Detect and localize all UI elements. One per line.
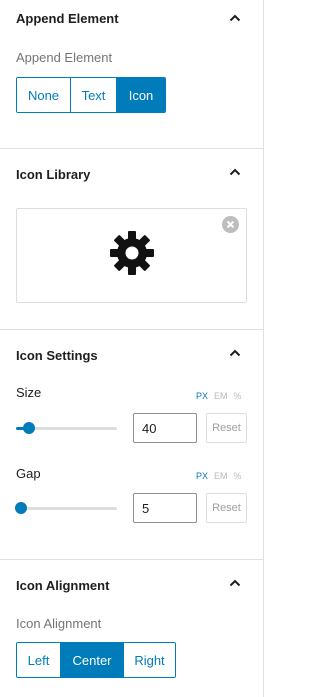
panel-title-append-element[interactable]: Append Element <box>16 11 119 27</box>
slider-thumb[interactable] <box>23 422 36 434</box>
unit-percent-button[interactable]: % <box>234 471 242 481</box>
size-reset-button[interactable]: Reset <box>206 413 247 443</box>
panel-title-icon-library[interactable]: Icon Library <box>16 167 90 183</box>
chevron-up-icon[interactable] <box>227 575 243 591</box>
clear-icon[interactable] <box>222 216 239 233</box>
chevron-up-icon[interactable] <box>227 10 243 26</box>
append-element-button-group: None Text Icon <box>16 77 166 113</box>
size-slider[interactable] <box>16 421 117 435</box>
append-none-button[interactable]: None <box>17 78 71 112</box>
slider-thumb[interactable] <box>15 502 28 514</box>
unit-px-button[interactable]: PX <box>196 391 208 401</box>
chevron-up-icon[interactable] <box>227 345 243 361</box>
unit-em-button[interactable]: EM <box>214 391 228 401</box>
icon-alignment-label: Icon Alignment <box>16 616 102 631</box>
unit-px-button[interactable]: PX <box>196 471 208 481</box>
align-left-button[interactable]: Left <box>17 643 61 677</box>
align-right-button[interactable]: Right <box>124 643 175 677</box>
size-input[interactable] <box>133 413 197 443</box>
append-element-panel: Append Element Append Element None Text … <box>0 0 264 148</box>
panel-title-icon-settings[interactable]: Icon Settings <box>16 348 98 364</box>
append-element-label: Append Element <box>16 50 113 65</box>
size-label: Size <box>16 385 42 400</box>
gap-unit-selector: PX EM% <box>196 471 248 481</box>
unit-percent-button[interactable]: % <box>234 391 242 401</box>
size-unit-selector: PX EM% <box>196 391 248 401</box>
gap-reset-button[interactable]: Reset <box>206 493 247 523</box>
icon-settings-panel: Icon Settings Size PX EM% Reset Gap PX EM%… <box>0 330 264 559</box>
append-text-button[interactable]: Text <box>71 78 117 112</box>
append-icon-button[interactable]: Icon <box>117 78 165 112</box>
gap-label: Gap <box>16 466 41 481</box>
unit-em-button[interactable]: EM <box>214 471 228 481</box>
gap-slider[interactable] <box>15 501 117 515</box>
slider-track <box>16 507 117 510</box>
icon-alignment-button-group: Left Center Right <box>16 642 176 678</box>
gear-icon <box>108 229 156 277</box>
align-center-button[interactable]: Center <box>61 643 124 677</box>
chevron-up-icon[interactable] <box>227 164 243 180</box>
gap-input[interactable] <box>133 493 197 523</box>
icon-preview-box[interactable] <box>16 208 247 303</box>
panel-title-icon-alignment[interactable]: Icon Alignment <box>16 578 109 594</box>
icon-alignment-panel: Icon Alignment Icon Alignment Left Cente… <box>0 560 264 697</box>
